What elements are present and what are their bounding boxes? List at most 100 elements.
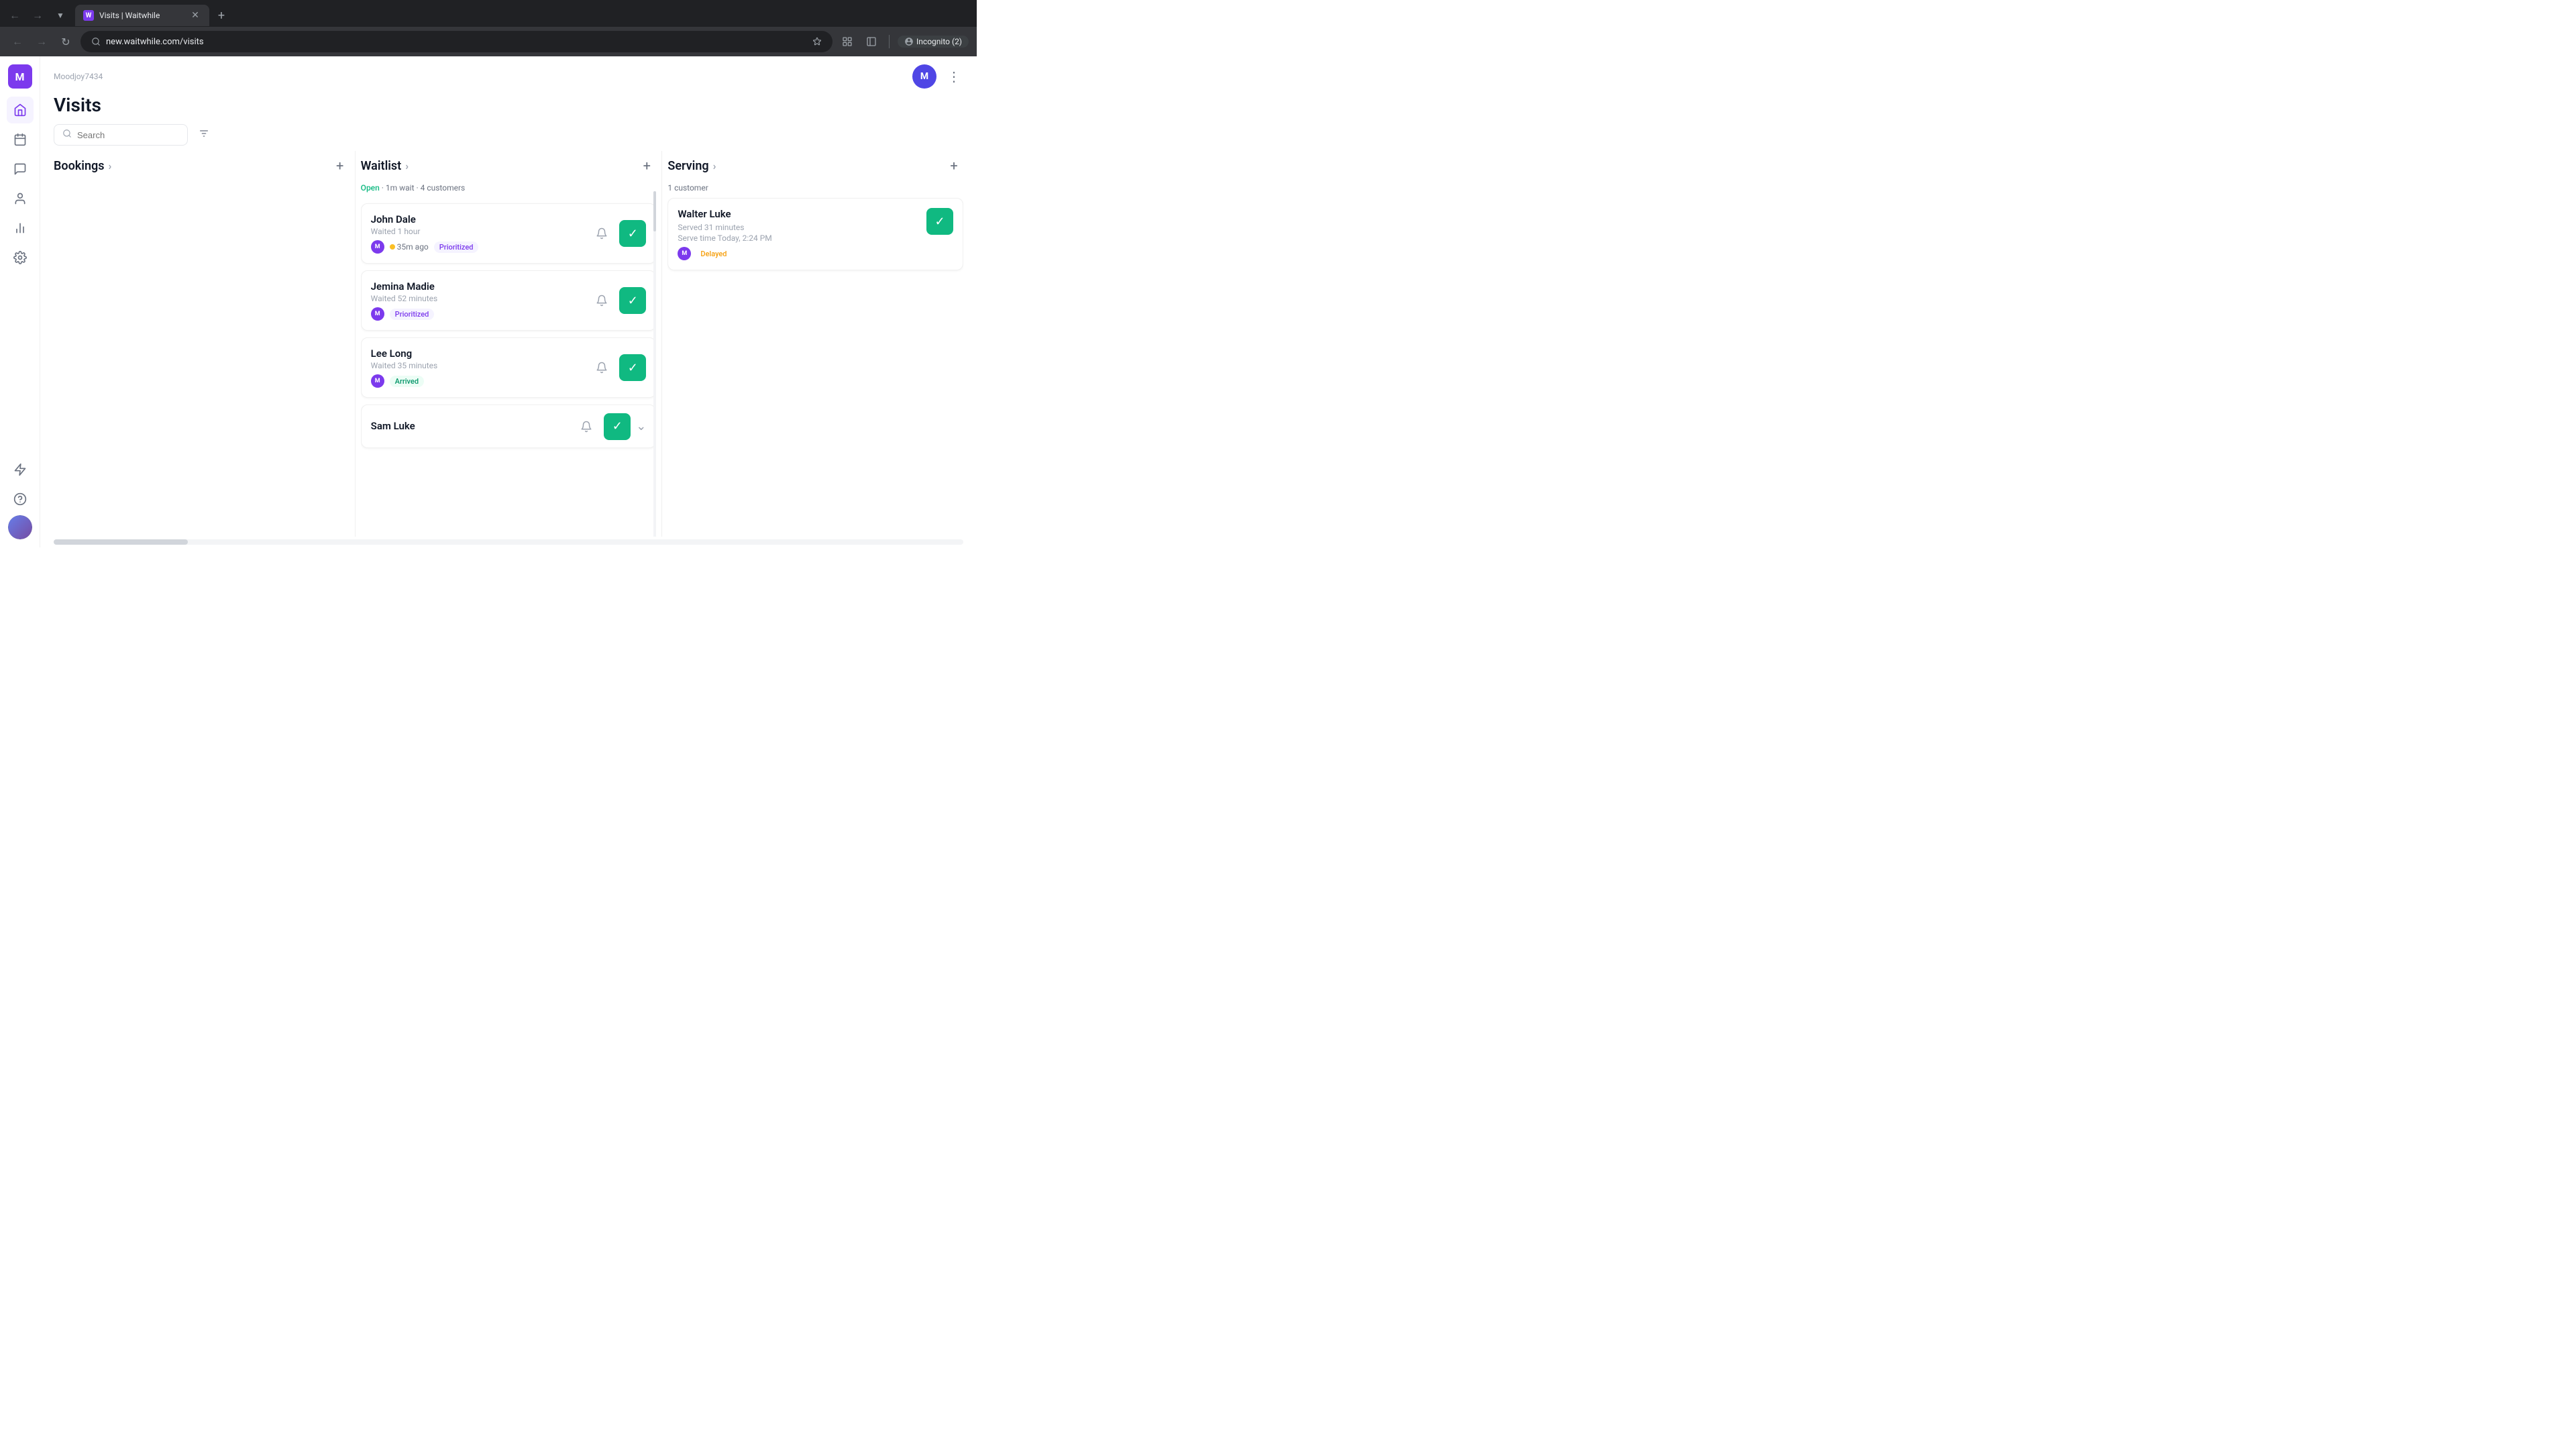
customer-info-jemina-madie: Jemina Madie Waited 52 minutes M Priorit… [371, 280, 584, 321]
serving-column-title[interactable]: Serving › [667, 159, 716, 173]
waitlist-column-content[interactable]: Open · 1m wait · 4 customers John Dale W… [361, 183, 657, 537]
customer-avatar-john-dale: M [371, 240, 384, 254]
forward-nav-button[interactable]: → [32, 32, 51, 51]
back-button[interactable]: ← [5, 6, 24, 25]
reload-button[interactable]: ↻ [56, 32, 75, 51]
divider-1 [355, 151, 356, 537]
serving-chevron-icon: › [713, 160, 716, 172]
check-button-jemina-madie[interactable]: ✓ [619, 287, 646, 314]
customer-badge-john-dale: Prioritized [434, 241, 479, 253]
waitlist-card-jemina-madie[interactable]: Jemina Madie Waited 52 minutes M Priorit… [361, 270, 657, 331]
search-input-wrapper[interactable] [54, 124, 188, 146]
sidebar-item-users[interactable] [7, 185, 34, 212]
waitlist-card-sam-luke[interactable]: Sam Luke ✓ ⌄ [361, 405, 657, 448]
customer-avatar-jemina-madie: M [371, 307, 384, 321]
customer-badge-lee-long: Arrived [390, 376, 424, 387]
waitlist-card-lee-long[interactable]: Lee Long Waited 35 minutes M Arrived [361, 337, 657, 398]
sidebar-item-help[interactable] [7, 486, 34, 513]
card-actions-jemina-madie: ✓ [590, 287, 646, 314]
sidebar-logo[interactable]: M [8, 64, 32, 89]
customer-meta-john-dale: M 35m ago Prioritized [371, 240, 584, 254]
waitlist-card-john-dale[interactable]: John Dale Waited 1 hour M 35m ago [361, 203, 657, 264]
search-bar-area [40, 121, 977, 151]
incognito-badge: Incognito (2) [898, 36, 969, 48]
tab-favicon: W [83, 10, 94, 21]
serving-badge-walter-luke: Delayed [695, 248, 732, 260]
customer-info-sam-luke: Sam Luke [371, 420, 568, 433]
waitlist-column: Waitlist › + Open · 1m wait · 4 customer… [361, 151, 657, 537]
check-button-lee-long[interactable]: ✓ [619, 354, 646, 381]
check-button-john-dale[interactable]: ✓ [619, 220, 646, 247]
bookings-add-button[interactable]: + [331, 156, 350, 175]
time-dot-icon [390, 244, 395, 250]
waitlist-column-title[interactable]: Waitlist › [361, 159, 409, 173]
top-bar-right: M ⋮ [912, 64, 963, 89]
waitlist-add-button[interactable]: + [637, 156, 656, 175]
expand-button-sam-luke[interactable]: ⌄ [636, 419, 646, 433]
breadcrumb: Moodjoy7434 [54, 72, 103, 81]
card-actions-john-dale: ✓ [590, 220, 646, 247]
card-actions-lee-long: ✓ [590, 354, 646, 381]
sidebar-item-chat[interactable] [7, 156, 34, 182]
serving-avatar-walter-luke: M [678, 247, 691, 260]
bookings-column-content [54, 183, 350, 537]
sidebar-item-analytics[interactable] [7, 215, 34, 241]
extensions-button[interactable] [838, 32, 857, 51]
back-nav-button[interactable]: ← [8, 32, 27, 51]
horizontal-scrollbar[interactable] [54, 539, 963, 545]
top-bar: Moodjoy7434 M ⋮ [40, 56, 977, 89]
serving-customer-count: 1 customer [667, 183, 963, 193]
sidebar-item-home[interactable] [7, 97, 34, 123]
active-tab[interactable]: W Visits | Waitwhile ✕ [75, 5, 209, 26]
check-button-sam-luke[interactable]: ✓ [604, 413, 631, 440]
waitlist-scrollbar-track [653, 191, 656, 537]
sidebar: M [0, 56, 40, 547]
sidebar-user-avatar[interactable] [8, 515, 32, 539]
forward-button[interactable]: → [28, 6, 47, 25]
serving-add-button[interactable]: + [945, 156, 963, 175]
customer-meta-jemina-madie: M Prioritized [371, 307, 584, 321]
more-menu-button[interactable]: ⋮ [945, 66, 963, 87]
check-button-walter-luke[interactable]: ✓ [926, 208, 953, 235]
bookings-column-title[interactable]: Bookings › [54, 159, 111, 173]
horizontal-scrollbar-thumb[interactable] [54, 539, 188, 545]
page-title: Visits [54, 94, 101, 116]
bookings-chevron-icon: › [109, 160, 112, 172]
address-bar[interactable]: new.waitwhile.com/visits [80, 31, 833, 52]
divider-2 [661, 151, 662, 537]
bell-button-jemina-madie[interactable] [590, 288, 614, 313]
bell-button-john-dale[interactable] [590, 221, 614, 246]
columns-area: Bookings › + Waitlist › + [40, 151, 977, 537]
sidebar-toggle-button[interactable] [862, 32, 881, 51]
customer-info-lee-long: Lee Long Waited 35 minutes M Arrived [371, 347, 584, 388]
filter-button[interactable] [196, 125, 212, 145]
customer-avatar-lee-long: M [371, 374, 384, 388]
customer-time-john-dale: 35m ago [390, 242, 429, 252]
customer-meta-lee-long: M Arrived [371, 374, 584, 388]
tab-bar: ← → ▼ W Visits | Waitwhile ✕ + [0, 0, 977, 27]
page-header: Visits [40, 89, 977, 121]
serving-card-walter-luke[interactable]: Walter Luke Served 31 minutes Serve time… [667, 198, 963, 270]
sidebar-bottom [7, 456, 34, 539]
bell-button-sam-luke[interactable] [574, 415, 598, 439]
nav-bar: ← → ↻ new.waitwhile.com/visits Incognito… [0, 27, 977, 56]
waitlist-column-header: Waitlist › + [361, 151, 657, 183]
waitlist-status: Open · 1m wait · 4 customers [361, 183, 657, 198]
serving-column: Serving › + 1 customer Walter Luke Serve… [667, 151, 963, 537]
user-avatar-top[interactable]: M [912, 64, 936, 89]
sidebar-item-lightning[interactable] [7, 456, 34, 483]
search-input[interactable] [77, 130, 179, 140]
new-tab-button[interactable]: + [212, 6, 231, 25]
serving-meta-walter-luke: M Delayed [678, 247, 920, 260]
waitlist-scrollbar-thumb[interactable] [653, 191, 656, 231]
recent-tabs-button[interactable]: ▼ [51, 6, 70, 25]
search-icon [62, 129, 72, 141]
browser-chrome: ← → ▼ W Visits | Waitwhile ✕ + ← → ↻ new… [0, 0, 977, 56]
bell-button-lee-long[interactable] [590, 356, 614, 380]
tab-close-button[interactable]: ✕ [189, 9, 201, 21]
bookings-column: Bookings › + [54, 151, 350, 537]
serving-info-walter-luke: Walter Luke Served 31 minutes Serve time… [678, 208, 920, 260]
sidebar-item-calendar[interactable] [7, 126, 34, 153]
sidebar-item-settings[interactable] [7, 244, 34, 271]
app-layout: M [0, 56, 977, 547]
